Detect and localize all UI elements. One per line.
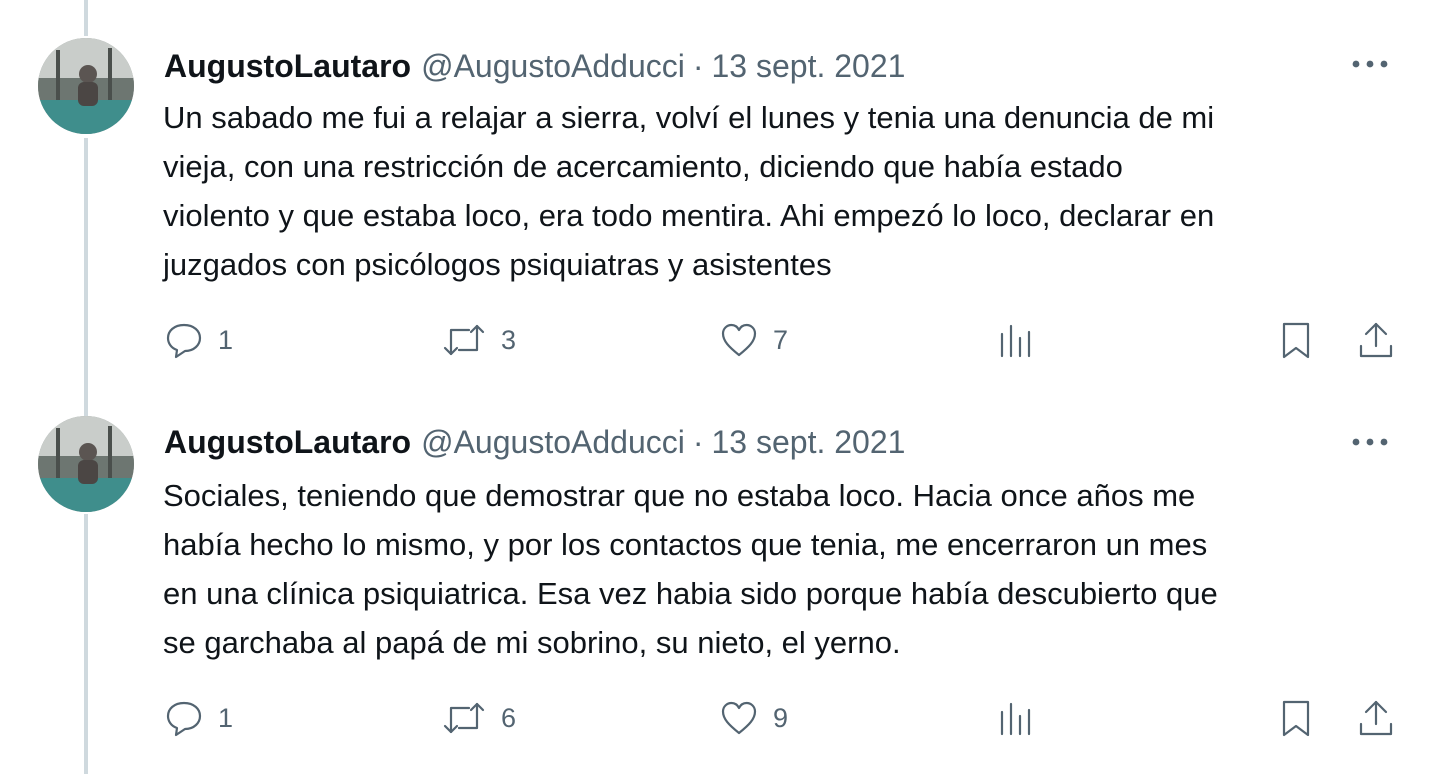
- avatar-photo: [38, 38, 134, 134]
- reply-button[interactable]: 1: [164, 696, 233, 740]
- tweet-text: Un sabado me fui a relajar a sierra, vol…: [163, 93, 1403, 289]
- tweet-text-line: en una clínica psiquiatrica. Esa vez hab…: [163, 576, 1218, 611]
- tweet-header: AugustoLautaro @AugustoAdducci · 13 sept…: [164, 44, 905, 88]
- reply-button[interactable]: 1: [164, 318, 233, 362]
- heart-icon: [721, 323, 757, 357]
- like-count: 9: [773, 702, 789, 733]
- tweet-text-line: vieja, con una restricción de acercamien…: [163, 149, 1123, 184]
- avatar-photo: [38, 416, 134, 512]
- like-count: 7: [773, 324, 789, 355]
- tweet-text-line: se garchaba al papá de mi sobrino, su ni…: [163, 625, 901, 660]
- tweet-text-line: había hecho lo mismo, y por los contacto…: [163, 527, 1208, 562]
- separator-dot: ·: [692, 424, 704, 460]
- tweet-date[interactable]: 13 sept. 2021: [712, 420, 906, 464]
- bar-chart-icon: [1000, 324, 1031, 358]
- retweet-arrows-icon: [443, 702, 485, 734]
- like-button[interactable]: 7: [719, 318, 788, 362]
- tweet-actions: 1 6 9: [0, 696, 1440, 740]
- separator-dot: ·: [692, 48, 704, 84]
- tweet-text-line: Un sabado me fui a relajar a sierra, vol…: [163, 100, 1215, 135]
- like-button[interactable]: 9: [719, 696, 788, 740]
- upload-arrow-icon: [1359, 700, 1393, 736]
- ellipsis-icon: [1352, 60, 1388, 68]
- retweet-count: 6: [501, 702, 517, 733]
- heart-icon: [721, 701, 757, 735]
- tweet-text-line: juzgados con psicólogos psiquiatras y as…: [163, 247, 832, 282]
- share-button[interactable]: [1356, 318, 1396, 362]
- tweet-text: Sociales, teniendo que demostrar que no …: [163, 471, 1403, 667]
- views-button[interactable]: [996, 696, 1036, 740]
- retweet-button[interactable]: 3: [441, 318, 516, 362]
- author-handle[interactable]: @AugustoAdducci: [421, 420, 685, 464]
- reply-count: 1: [218, 324, 234, 355]
- author-name[interactable]: AugustoLautaro: [164, 44, 411, 88]
- tweet-actions: 1 3 7: [0, 318, 1440, 362]
- avatar[interactable]: [38, 416, 134, 512]
- author-name[interactable]: AugustoLautaro: [164, 420, 411, 464]
- bookmark-icon: [1282, 700, 1310, 737]
- share-button[interactable]: [1356, 696, 1396, 740]
- upload-arrow-icon: [1359, 322, 1393, 358]
- retweet-arrows-icon: [443, 324, 485, 356]
- tweet[interactable]: AugustoLautaro @AugustoAdducci · 13 sept…: [0, 400, 1440, 774]
- retweet-count: 3: [501, 324, 517, 355]
- tweet-text-line: Sociales, teniendo que demostrar que no …: [163, 478, 1196, 513]
- bar-chart-icon: [1000, 702, 1031, 736]
- tweet-date[interactable]: 13 sept. 2021: [712, 44, 906, 88]
- author-handle[interactable]: @AugustoAdducci: [421, 44, 685, 88]
- bookmark-icon: [1282, 322, 1310, 359]
- more-options-button[interactable]: [1346, 420, 1394, 464]
- views-button[interactable]: [996, 318, 1036, 362]
- avatar[interactable]: [38, 38, 134, 134]
- speech-bubble-icon: [166, 701, 202, 737]
- more-options-button[interactable]: [1346, 42, 1394, 86]
- reply-count: 1: [218, 702, 234, 733]
- bookmark-button[interactable]: [1276, 318, 1316, 362]
- tweet-thread: AugustoLautaro @AugustoAdducci · 13 sept…: [0, 0, 1440, 774]
- tweet-text-line: violento y que estaba loco, era todo men…: [163, 198, 1215, 233]
- speech-bubble-icon: [166, 323, 202, 359]
- ellipsis-icon: [1352, 438, 1388, 446]
- tweet-header: AugustoLautaro @AugustoAdducci · 13 sept…: [164, 420, 905, 464]
- retweet-button[interactable]: 6: [441, 696, 516, 740]
- tweet[interactable]: AugustoLautaro @AugustoAdducci · 13 sept…: [0, 0, 1440, 400]
- bookmark-button[interactable]: [1276, 696, 1316, 740]
